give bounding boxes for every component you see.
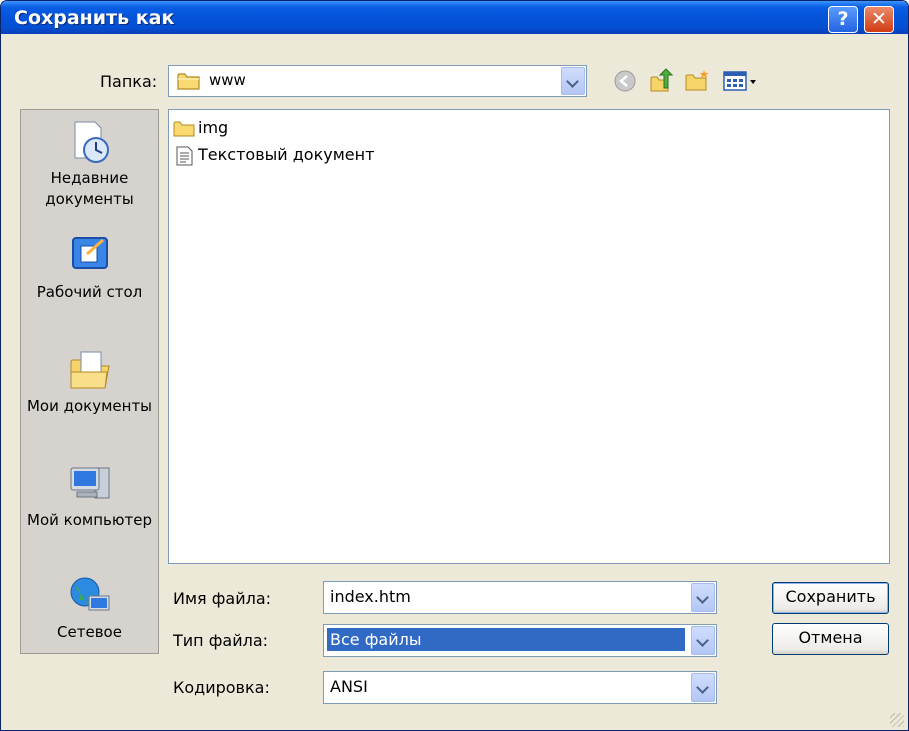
list-item[interactable]: Текстовый документ (173, 145, 374, 167)
save-as-dialog: Сохранить как ? ✕ Папка: www Недавние до… (0, 0, 909, 731)
folder-select[interactable]: www (168, 65, 587, 97)
filetype-dropdown-button[interactable] (691, 626, 715, 655)
folder-value: www (209, 71, 246, 89)
file-name: img (198, 118, 229, 137)
folder-dropdown-button[interactable] (561, 67, 585, 95)
list-item[interactable]: img (173, 118, 228, 140)
folder-label: Папка: (100, 72, 158, 91)
filename-label: Имя файла: (173, 589, 272, 608)
folder-icon (177, 73, 200, 90)
window-title: Сохранить как (14, 7, 175, 29)
save-button[interactable]: Сохранить (772, 582, 889, 614)
place-desktop[interactable]: Рабочий стол (21, 234, 158, 303)
places-bar: Недавние документы Рабочий стол Мои доку… (20, 109, 159, 654)
encoding-dropdown-button[interactable] (691, 673, 715, 702)
my-documents-icon (70, 351, 110, 389)
file-name: Текстовый документ (198, 145, 375, 164)
place-label: Мои документы (26, 397, 153, 415)
place-label: Рабочий стол (36, 283, 143, 301)
file-list[interactable]: img Текстовый документ (168, 109, 890, 564)
title-bar[interactable]: Сохранить как ? ✕ (1, 1, 908, 34)
encoding-label: Кодировка: (173, 678, 270, 697)
desktop-icon (71, 237, 108, 269)
filetype-select[interactable]: Все файлы (323, 624, 717, 657)
cancel-button[interactable]: Отмена (772, 623, 889, 655)
encoding-value: ANSI (330, 677, 368, 696)
folder-icon (173, 121, 195, 136)
place-label: Недавние документы (45, 169, 134, 208)
place-my-computer[interactable]: Мой компьютер (21, 462, 158, 531)
place-my-documents[interactable]: Мои документы (21, 348, 158, 417)
place-network[interactable]: Сетевое (21, 574, 158, 643)
filetype-value: Все файлы (330, 630, 422, 649)
help-button[interactable]: ? (828, 6, 858, 33)
recent-documents-icon (74, 121, 109, 163)
text-document-icon (176, 146, 193, 165)
place-label: Мой компьютер (27, 511, 152, 529)
filename-value: index.htm (330, 587, 411, 606)
place-recent-documents[interactable]: Недавние документы (21, 120, 158, 210)
new-folder-icon[interactable] (684, 68, 710, 94)
filetype-label: Тип файла: (173, 631, 269, 650)
my-computer-icon (70, 467, 109, 499)
network-icon (70, 577, 109, 611)
place-label: Сетевое (57, 623, 122, 641)
up-folder-icon[interactable] (648, 68, 674, 94)
resize-grip[interactable] (890, 713, 904, 727)
view-menu-icon[interactable] (722, 68, 760, 94)
filename-dropdown-button[interactable] (691, 583, 715, 612)
filename-input[interactable]: index.htm (323, 581, 717, 614)
close-button[interactable]: ✕ (864, 6, 894, 33)
encoding-select[interactable]: ANSI (323, 671, 717, 704)
back-icon[interactable] (612, 68, 638, 94)
